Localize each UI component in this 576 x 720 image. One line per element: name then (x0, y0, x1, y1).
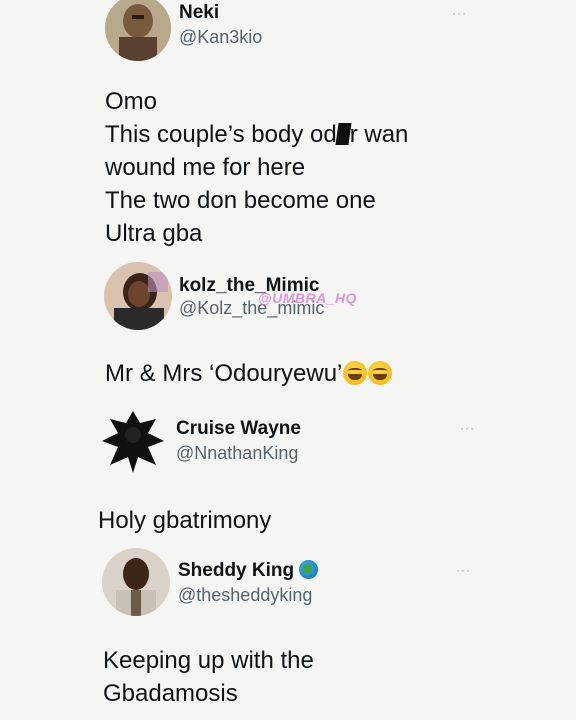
tweet-text-line: Ultra gba (105, 220, 203, 247)
more-options-icon[interactable]: ··· (460, 421, 475, 435)
tweet-text-line: Holy gbatrimony (98, 507, 272, 534)
tweet-text-fragment: Mr & Mrs ‘Odouryewu’ (105, 360, 343, 387)
avatar-image (98, 405, 168, 475)
user-handle[interactable]: @thesheddyking (178, 584, 312, 606)
censor-mark (335, 123, 352, 145)
rolling-laughing-emoji-icon (368, 361, 393, 385)
more-options-icon[interactable]: ··· (452, 6, 467, 20)
avatar[interactable] (98, 405, 168, 475)
watermark: @UMBRA_HQ (258, 290, 358, 306)
avatar[interactable] (105, 0, 171, 61)
display-name[interactable]: Cruise Wayne (176, 418, 301, 440)
display-name[interactable]: Sheddy King (178, 560, 319, 582)
tweet-text-line: This couple’s body od r wan (105, 118, 408, 151)
avatar-image (104, 262, 172, 330)
avatar-image (102, 548, 170, 616)
user-handle[interactable]: @Kan3kio (179, 26, 262, 48)
display-name-text: Sheddy King (178, 560, 295, 581)
more-options-icon[interactable]: ··· (456, 563, 471, 577)
tweet-text-line: Keeping up with the (103, 647, 314, 674)
tweet-text-line: Omo (105, 88, 158, 115)
user-handle[interactable]: @NnathanKing (176, 442, 298, 464)
tweet-text-line: Gbadamosis (103, 680, 238, 707)
avatar[interactable] (104, 262, 172, 330)
display-name[interactable]: Neki (179, 2, 219, 24)
tweet-text-line: Mr & Mrs ‘Odouryewu’ (105, 357, 393, 390)
tweet-text-line: wound me for here (105, 154, 306, 181)
tweet-text-line: The two don become one (105, 187, 376, 214)
rolling-laughing-emoji-icon (343, 361, 368, 385)
avatar[interactable] (102, 548, 170, 616)
tweet-text-fragment: This couple’s body od (105, 121, 337, 148)
avatar-image (105, 0, 171, 61)
tweet-text-fragment: r wan (349, 121, 409, 148)
globe-icon (299, 560, 319, 579)
